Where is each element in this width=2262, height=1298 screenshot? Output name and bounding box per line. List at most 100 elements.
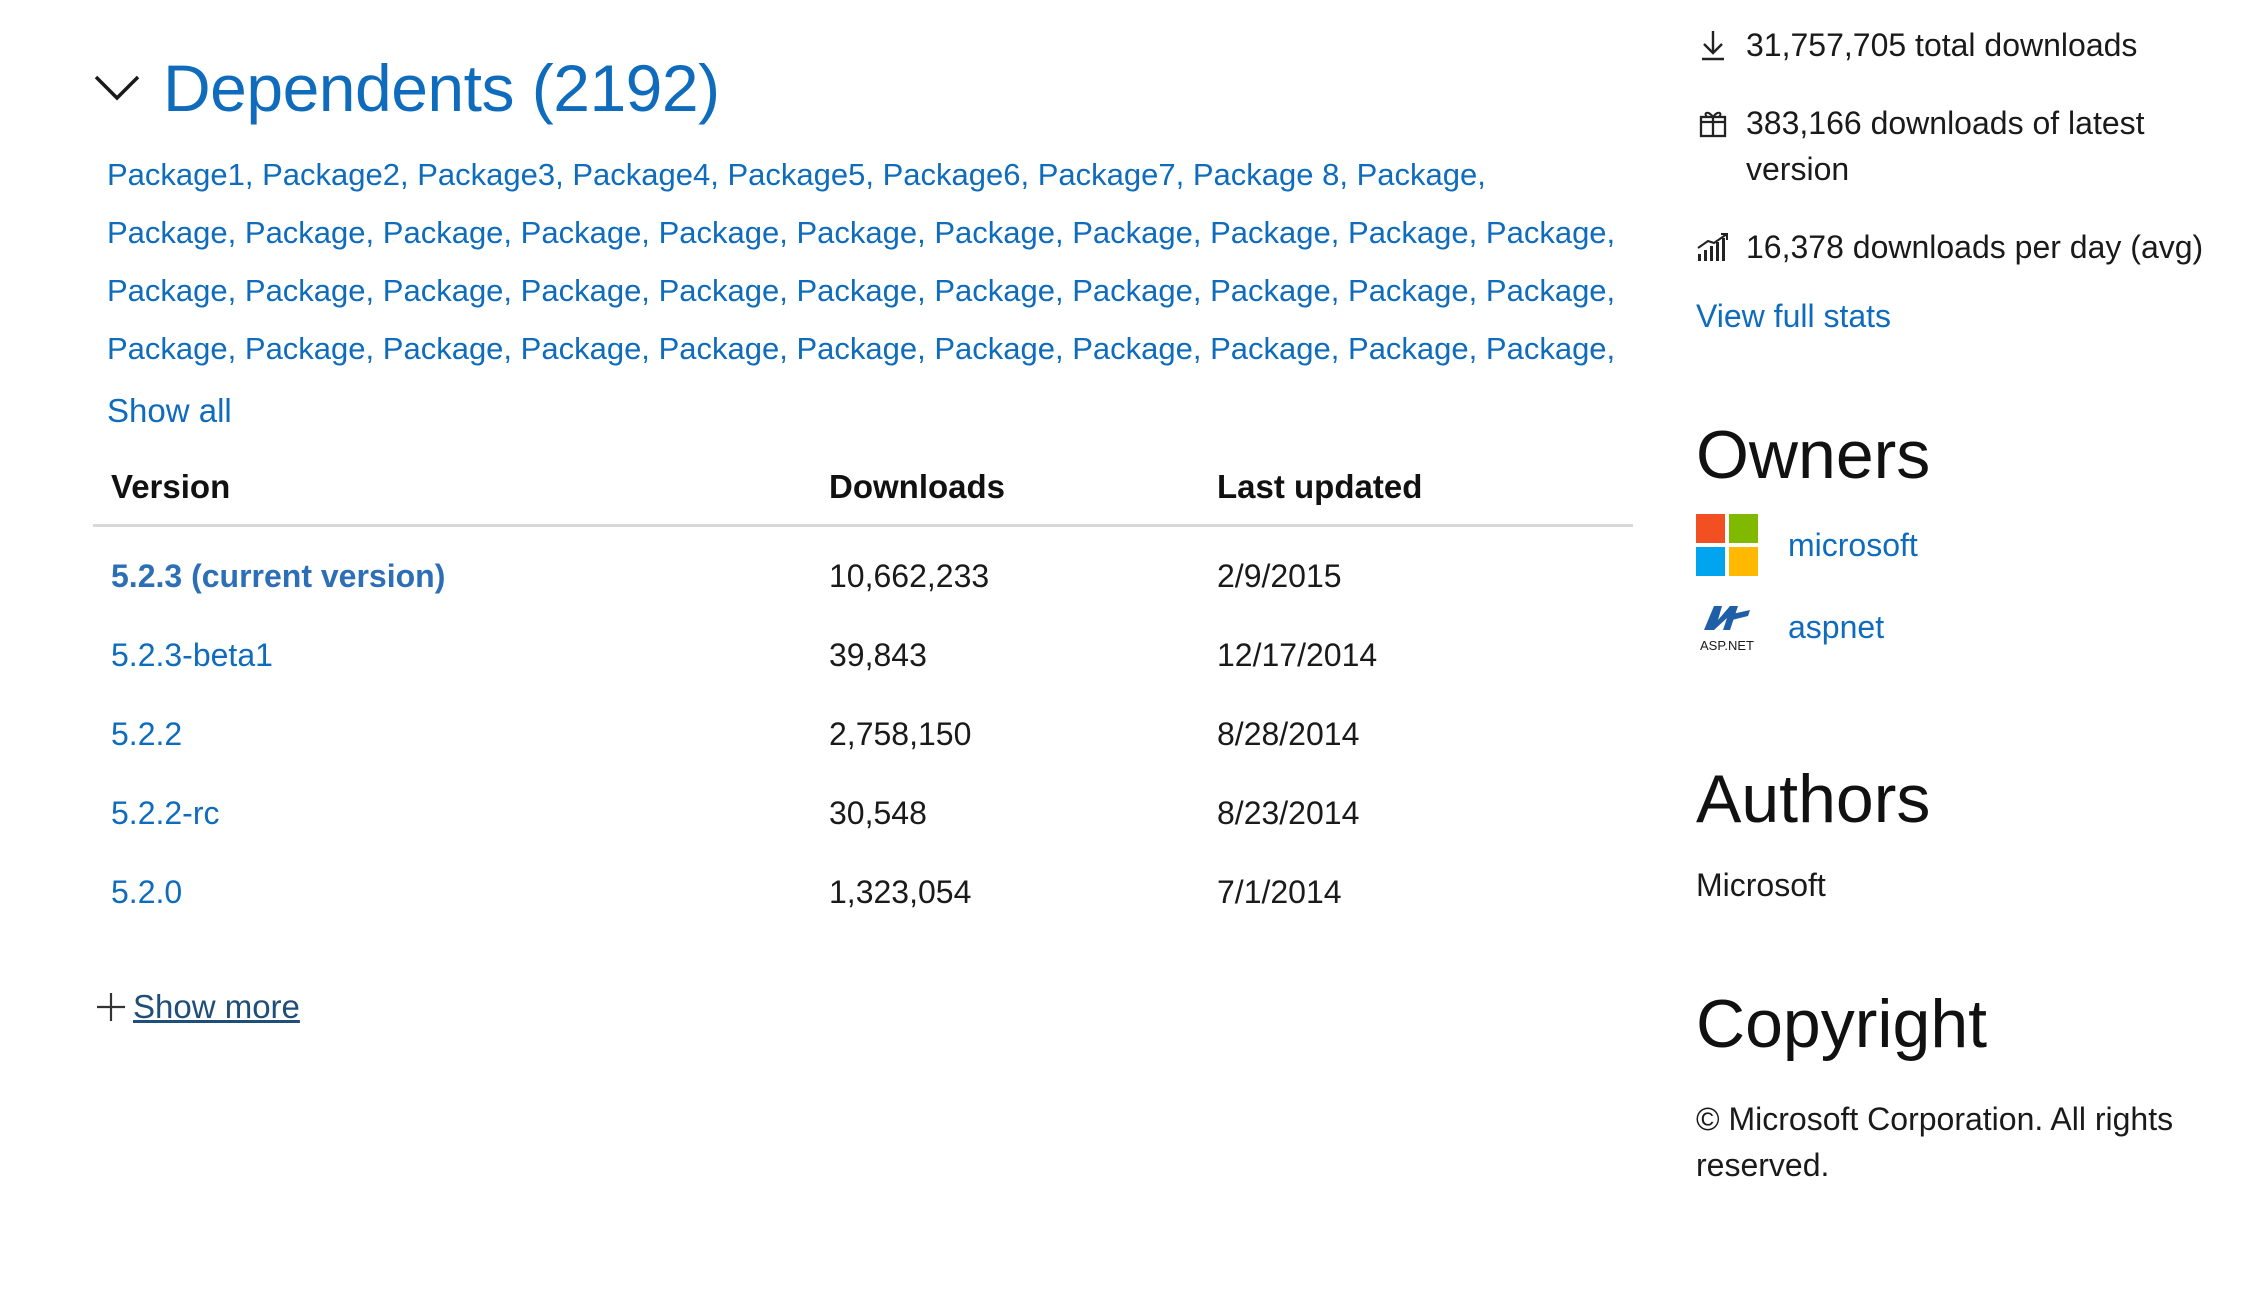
owner-item-aspnet[interactable]: ASP.NET aspnet: [1696, 595, 2236, 659]
dependents-line: Package1, Package2, Package3, Package4, …: [107, 146, 1667, 204]
versions-table: Version Downloads Last updated 5.2.3 (cu…: [93, 468, 1633, 932]
dependent-package-link[interactable]: Package,: [1348, 331, 1477, 366]
dependent-package-link[interactable]: Package,: [245, 215, 374, 250]
dependent-package-link[interactable]: Package,: [521, 215, 650, 250]
show-all-link[interactable]: Show all: [107, 392, 1653, 430]
dependent-package-link[interactable]: Package,: [934, 215, 1063, 250]
dependent-package-link[interactable]: Package,: [1072, 273, 1201, 308]
version-cell: 5.2.2-rc: [93, 774, 811, 853]
sidebar: 31,757,705 total downloads 383,166 downl…: [1696, 22, 2236, 1188]
dependents-line: Package, Package, Package, Package, Pack…: [107, 204, 1667, 262]
stat-per-day-text: 16,378 downloads per day (avg): [1746, 229, 2204, 265]
view-full-stats-link[interactable]: View full stats: [1696, 298, 2236, 335]
dependent-package-link[interactable]: Package,: [1210, 273, 1339, 308]
aspnet-logo-icon[interactable]: ASP.NET: [1696, 596, 1758, 658]
stat-per-day: 16,378 downloads per day (avg): [1696, 224, 2236, 270]
dependent-package-link[interactable]: Package,: [107, 215, 236, 250]
main-content: Dependents (2192) Package1, Package2, Pa…: [93, 40, 1653, 1026]
last-updated-cell: 8/28/2014: [1217, 716, 1360, 752]
last-updated-cell: 8/23/2014: [1217, 795, 1360, 831]
stat-total-text: 31,757,705 total downloads: [1746, 27, 2138, 63]
dependent-package-link[interactable]: Package,: [245, 273, 374, 308]
dependent-package-link[interactable]: Package,: [659, 331, 788, 366]
chevron-down-icon[interactable]: [93, 58, 153, 118]
dependent-package-link[interactable]: Package,: [107, 273, 236, 308]
dependent-package-link[interactable]: Package 8,: [1193, 157, 1348, 192]
owner-item-microsoft[interactable]: microsoft: [1696, 513, 2236, 577]
versions-header-row: Version Downloads Last updated: [93, 468, 1633, 527]
dependents-header: Dependents (2192): [93, 40, 1653, 136]
current-version-link[interactable]: 5.2.3 (current version): [111, 558, 445, 594]
column-header-version: Version: [93, 468, 811, 527]
dependent-package-link[interactable]: Package,: [1210, 215, 1339, 250]
microsoft-logo-icon[interactable]: [1696, 514, 1758, 576]
version-row: 5.2.2-rc 30,548 8/23/2014: [93, 774, 1633, 853]
dependent-package-link[interactable]: Package,: [796, 215, 925, 250]
version-link[interactable]: 5.2.2-rc: [111, 795, 219, 831]
dependent-package-link[interactable]: Package3,: [417, 157, 564, 192]
dependent-package-link[interactable]: Package,: [796, 273, 925, 308]
owner-name-aspnet[interactable]: aspnet: [1788, 609, 1884, 646]
column-header-downloads: Downloads: [811, 468, 1199, 527]
dependent-package-link[interactable]: Package,: [383, 215, 512, 250]
dependent-package-link[interactable]: Package,: [1486, 331, 1615, 366]
last-updated-cell: 2/9/2015: [1217, 558, 1342, 594]
copyright-heading: Copyright: [1696, 986, 1988, 1062]
stat-total-downloads: 31,757,705 total downloads: [1696, 22, 2236, 68]
dependents-list: Package1, Package2, Package3, Package4, …: [107, 146, 1667, 378]
stat-latest-text: 383,166 downloads of latest version: [1746, 105, 2145, 187]
version-cell: 5.2.3-beta1: [93, 616, 811, 695]
dependent-package-link[interactable]: Package,: [107, 331, 236, 366]
dependent-package-link[interactable]: Package,: [383, 331, 512, 366]
dependents-line: Package, Package, Package, Package, Pack…: [107, 320, 1667, 378]
show-more: Show more: [93, 988, 1653, 1026]
dependent-package-link[interactable]: Package1,: [107, 157, 254, 192]
show-more-link[interactable]: Show more: [133, 988, 300, 1026]
dependent-package-link[interactable]: Package,: [383, 273, 512, 308]
last-updated-cell: 7/1/2014: [1217, 874, 1342, 910]
dependent-package-link[interactable]: Package,: [521, 331, 650, 366]
authors-heading: Authors: [1696, 761, 1931, 837]
version-cell: 5.2.3 (current version): [93, 526, 811, 617]
dependent-package-link[interactable]: Package2,: [262, 157, 409, 192]
dependent-package-link[interactable]: Package,: [1072, 331, 1201, 366]
dependent-package-link[interactable]: Package,: [659, 215, 788, 250]
plus-icon[interactable]: [93, 989, 129, 1025]
dependent-package-link[interactable]: Package,: [521, 273, 650, 308]
version-cell: 5.2.2: [93, 695, 811, 774]
dependent-package-link[interactable]: Package,: [1210, 331, 1339, 366]
dependent-package-link[interactable]: Package6,: [883, 157, 1030, 192]
dependent-package-link[interactable]: Package,: [1072, 215, 1201, 250]
authors-value: Microsoft: [1696, 867, 1826, 903]
version-link[interactable]: 5.2.0: [111, 874, 182, 910]
svg-text:ASP.NET: ASP.NET: [1700, 638, 1754, 653]
downloads-cell: 1,323,054: [829, 874, 972, 910]
version-row: 5.2.3 (current version) 10,662,233 2/9/201…: [93, 526, 1633, 617]
dependent-package-link[interactable]: Package,: [796, 331, 925, 366]
version-row: 5.2.2 2,758,150 8/28/2014: [93, 695, 1633, 774]
downloads-cell: 2,758,150: [829, 716, 972, 752]
version-link[interactable]: 5.2.2: [111, 716, 182, 752]
dependent-package-link[interactable]: Package5,: [728, 157, 875, 192]
version-link[interactable]: 5.2.3-beta1: [111, 637, 273, 673]
dependents-line: Package, Package, Package, Package, Pack…: [107, 262, 1667, 320]
dependent-package-link[interactable]: Package,: [245, 331, 374, 366]
dependent-package-link[interactable]: Package,: [1348, 215, 1477, 250]
dependent-package-link[interactable]: Package,: [934, 273, 1063, 308]
dependent-package-link[interactable]: Package,: [1348, 273, 1477, 308]
dependent-package-link[interactable]: Package4,: [572, 157, 719, 192]
chart-trend-icon: [1696, 224, 1730, 270]
owners-heading: Owners: [1696, 417, 1931, 493]
dependent-package-link[interactable]: Package,: [1357, 157, 1486, 192]
downloads-cell: 10,662,233: [829, 558, 990, 594]
dependent-package-link[interactable]: Package7,: [1038, 157, 1185, 192]
dependents-title: Dependents (2192): [163, 51, 720, 125]
version-row: 5.2.0 1,323,054 7/1/2014: [93, 853, 1633, 932]
owner-name-microsoft[interactable]: microsoft: [1788, 527, 1918, 564]
dependent-package-link[interactable]: Package,: [659, 273, 788, 308]
dependent-package-link[interactable]: Package,: [1486, 215, 1615, 250]
dependent-package-link[interactable]: Package,: [934, 331, 1063, 366]
copyright-value: © Microsoft Corporation. All rights rese…: [1696, 1101, 2174, 1183]
dependent-package-link[interactable]: Package,: [1486, 273, 1615, 308]
last-updated-cell: 12/17/2014: [1217, 637, 1378, 673]
